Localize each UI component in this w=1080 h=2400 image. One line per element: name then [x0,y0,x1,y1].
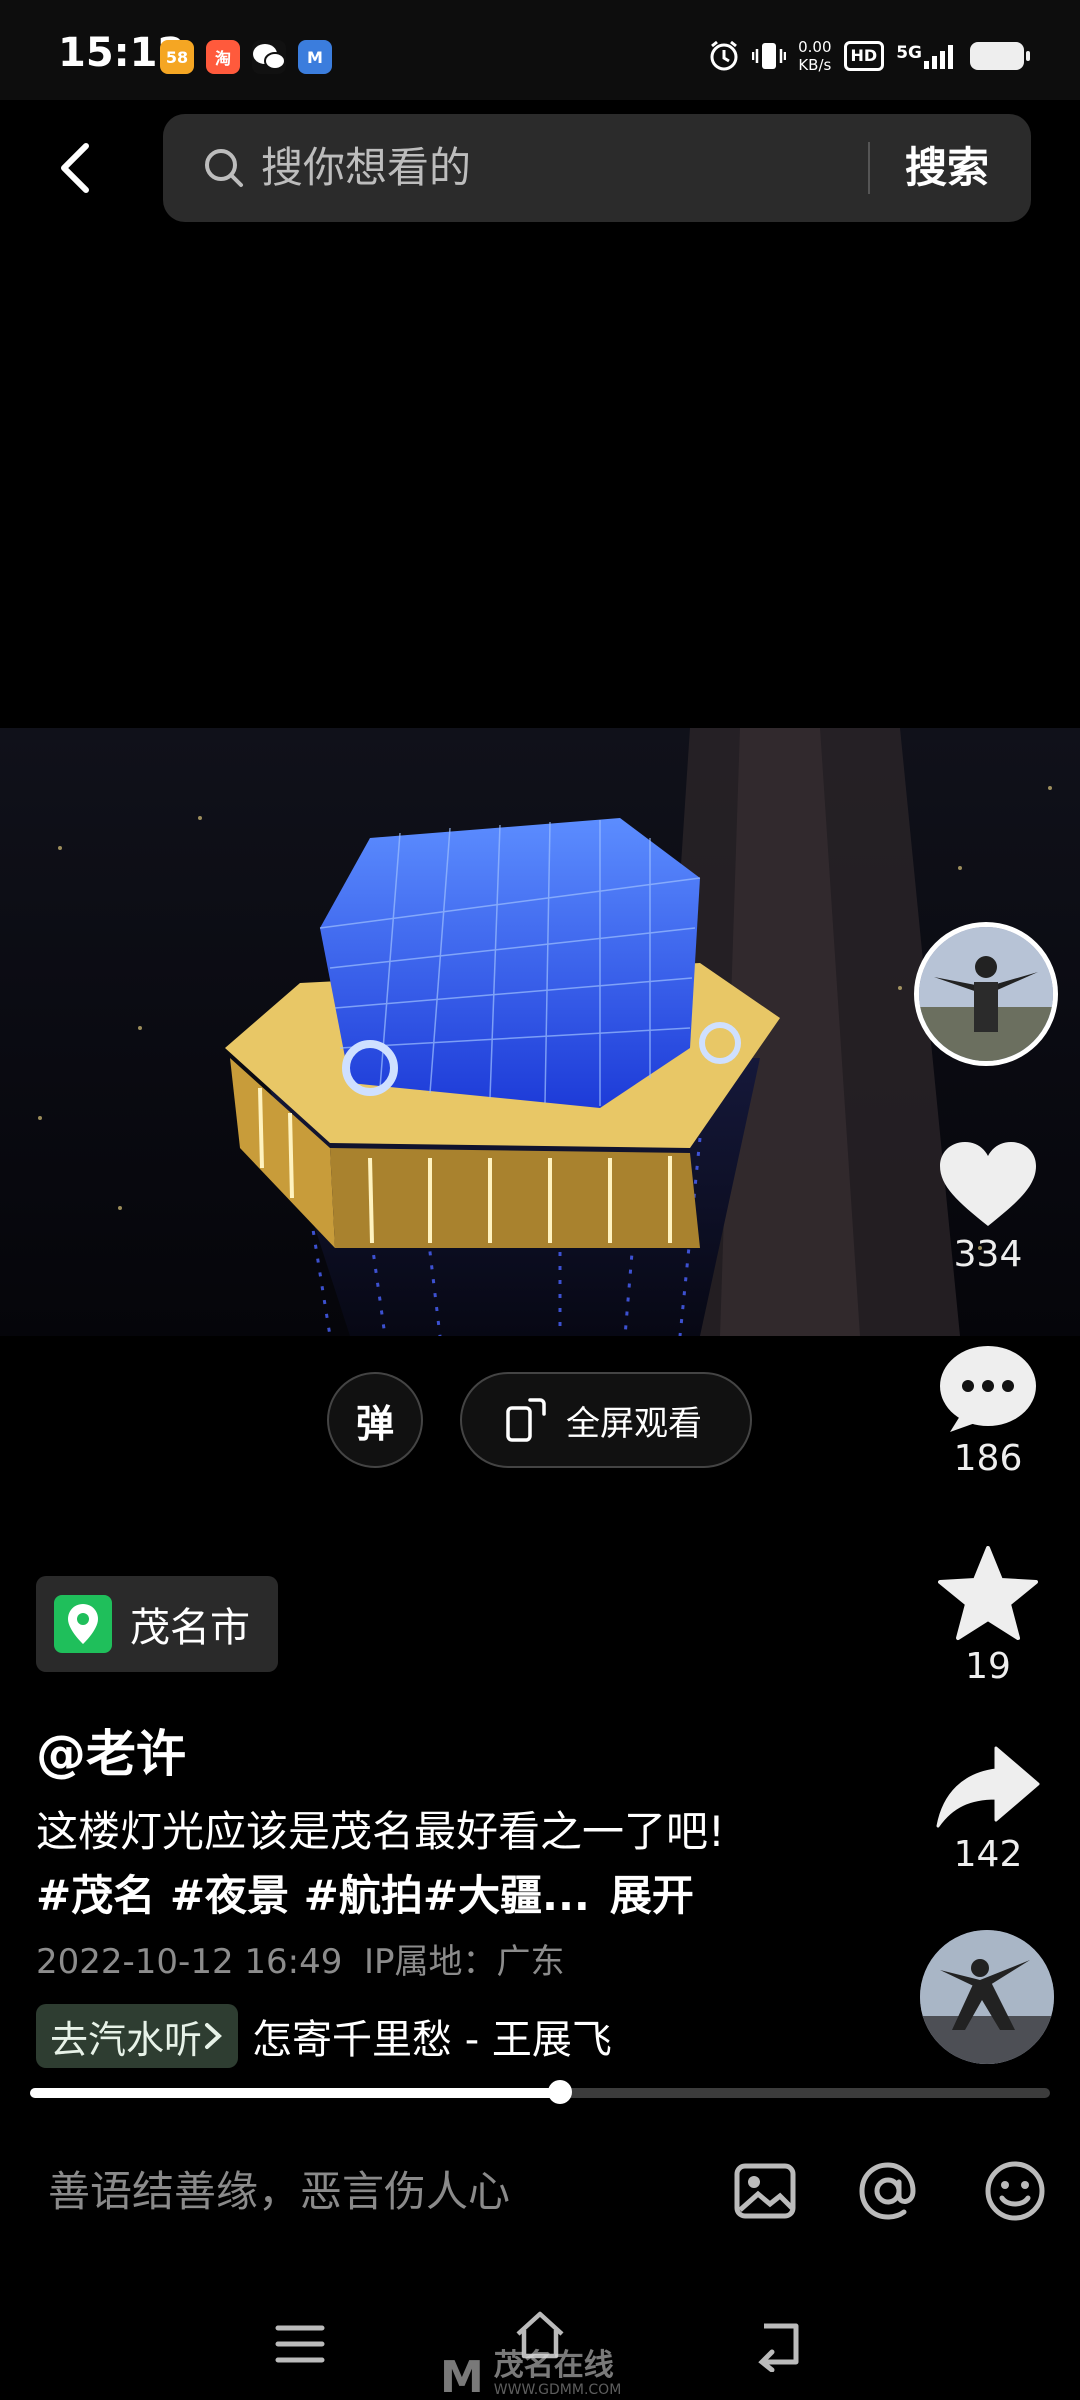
like-button[interactable]: 334 [918,1140,1058,1275]
watermark-url: WWW.GDMM.COM [493,2381,622,2398]
watermark-name: 茂名在线 [493,2347,614,2383]
58-app-icon: 58 [160,40,194,74]
back-button[interactable] [50,138,110,198]
listen-on-soda-button[interactable]: 去汽水听 [36,2004,239,2068]
battery-icon [970,42,1030,70]
image-icon[interactable] [732,2158,798,2224]
fullscreen-button[interactable]: 全屏观看 [460,1372,752,1468]
wechat-icon [252,40,286,74]
net-speed: 0.00 KB/s [798,38,832,74]
menu-icon[interactable] [272,2316,328,2372]
share-count: 142 [953,1834,1023,1875]
comment-button[interactable]: 186 [918,1344,1058,1479]
emoji-icon[interactable] [982,2158,1048,2224]
fullscreen-label: 全屏观看 [566,1403,702,1444]
search-input[interactable]: 搜你想看的 [261,138,471,198]
author-name[interactable]: @老许 [36,1714,186,1786]
danmu-toggle-button[interactable]: 弹 [327,1372,423,1468]
location-label: 茂名市 [130,1605,250,1651]
comment-input[interactable]: 善语结善缘，恶言伤人心 [48,2158,510,2219]
comment-icon [940,1346,1036,1432]
location-pin-icon [54,1595,112,1653]
music-disc[interactable] [920,1930,1054,2064]
author-avatar[interactable] [914,922,1058,1066]
music-cover-image [920,1930,1054,2064]
signal-5g: 5G [896,43,958,69]
search-divider [868,142,870,194]
search-icon [205,149,243,187]
post-date: 2022-10-12 16:49 [36,1942,343,1982]
avatar-image [919,927,1053,1061]
alarm-icon [710,40,738,71]
post-hashtags[interactable]: #茂名 #夜景 #航拍#大疆... [36,1871,590,1920]
signal-bars-icon [924,45,953,69]
notification-icons: 58 淘 M [160,40,332,74]
hd-badge: HD [843,41,885,71]
favorite-count: 19 [965,1646,1011,1687]
star-icon [938,1546,1038,1640]
location-tag[interactable]: 茂名市 [36,1576,278,1672]
share-arrow-icon [936,1746,1040,1828]
site-watermark: M 茂名在线 WWW.GDMM.COM [440,2347,622,2400]
expand-button[interactable]: 展开 [610,1871,694,1920]
share-button[interactable]: 142 [918,1746,1058,1875]
comment-count: 186 [953,1438,1023,1479]
shop-app-icon: 淘 [206,40,240,74]
heart-icon [940,1142,1036,1226]
progress-fill [30,2088,560,2098]
search-button[interactable]: 搜索 [905,138,989,198]
vibrate-icon [752,43,787,69]
post-text: 这楼灯光应该是茂名最好看之一了吧! [36,1807,725,1856]
search-bar[interactable]: 搜你想看的 搜索 [163,114,1031,222]
post-meta: 2022-10-12 16:49 IP属地：广东 [36,1934,565,1983]
rotate-screen-icon [506,1398,546,1442]
song-title[interactable]: 怎寄千里愁 - 王展飞 [252,2007,612,2065]
mention-icon[interactable] [855,2158,921,2224]
ip-location: IP属地：广东 [364,1942,565,1982]
music-row: 去汽水听 怎寄千里愁 - 王展飞 [36,2004,612,2068]
watermark-logo: M [440,2352,484,2400]
favorite-button[interactable]: 19 [918,1546,1058,1687]
back-nav-icon[interactable] [752,2316,808,2372]
like-count: 334 [953,1234,1023,1275]
back-arrow-icon [61,143,89,193]
soda-label: 去汽水听 [50,2017,203,2062]
post-description: 这楼灯光应该是茂名最好看之一了吧! #茂名 #夜景 #航拍#大疆... 展开 [36,1800,796,1928]
mail-app-icon: M [298,40,332,74]
system-icons: 0.00 KB/s HD 5G [708,38,1030,74]
chevron-right-icon [205,2023,222,2049]
progress-knob[interactable] [548,2080,572,2104]
